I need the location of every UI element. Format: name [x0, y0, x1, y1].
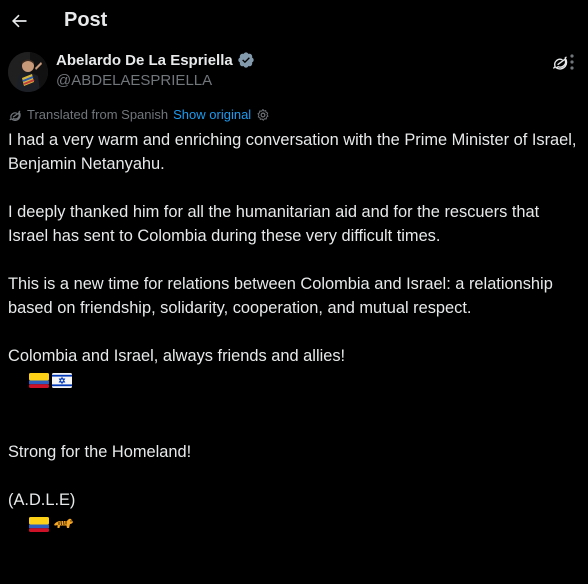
- more-options-button[interactable]: [560, 50, 584, 74]
- colombia-flag-icon: [29, 373, 50, 388]
- translation-notice: Translated from Spanish Show original: [8, 107, 270, 122]
- israel-flag-icon: [52, 373, 73, 388]
- translated-label: Translated from Spanish: [27, 107, 169, 122]
- post-paragraph: Strong for the Homeland!: [8, 443, 192, 461]
- gear-icon[interactable]: [256, 108, 270, 122]
- post-paragraph: I had a very warm and enriching conversa…: [8, 131, 582, 173]
- grok-icon: [9, 110, 21, 121]
- show-original-link[interactable]: Show original: [173, 107, 251, 122]
- colombia-flag-icon: [29, 517, 50, 532]
- display-name-row: Abelardo De La Espriella: [56, 51, 255, 69]
- user-handle[interactable]: @ABDELAESPRIELLA: [56, 72, 212, 89]
- post-header: Post: [0, 0, 588, 42]
- page-title: Post: [64, 9, 108, 31]
- post-paragraph: This is a new time for relations between…: [8, 275, 558, 317]
- more-vertical-icon: [570, 54, 574, 70]
- tiger-icon: [54, 518, 74, 528]
- arrow-left-icon: [11, 14, 27, 28]
- display-name[interactable]: Abelardo De La Espriella: [56, 52, 233, 69]
- back-button[interactable]: [4, 4, 34, 38]
- post-paragraph-text: (A.D.L.E): [8, 491, 76, 509]
- verified-badge-icon: [238, 52, 254, 68]
- post-paragraph: I deeply thanked him for all the humanit…: [8, 203, 544, 245]
- post-paragraph-allies: Colombia and Israel, always friends and …: [8, 344, 580, 416]
- post-author: Abelardo De La Espriella @ABDELAESPRIELL…: [8, 50, 580, 98]
- post-paragraph-text: Colombia and Israel, always friends and …: [8, 347, 346, 365]
- avatar[interactable]: [8, 52, 48, 92]
- post-paragraph-signature: (A.D.L.E): [8, 488, 580, 560]
- post-text: I had a very warm and enriching conversa…: [8, 128, 580, 584]
